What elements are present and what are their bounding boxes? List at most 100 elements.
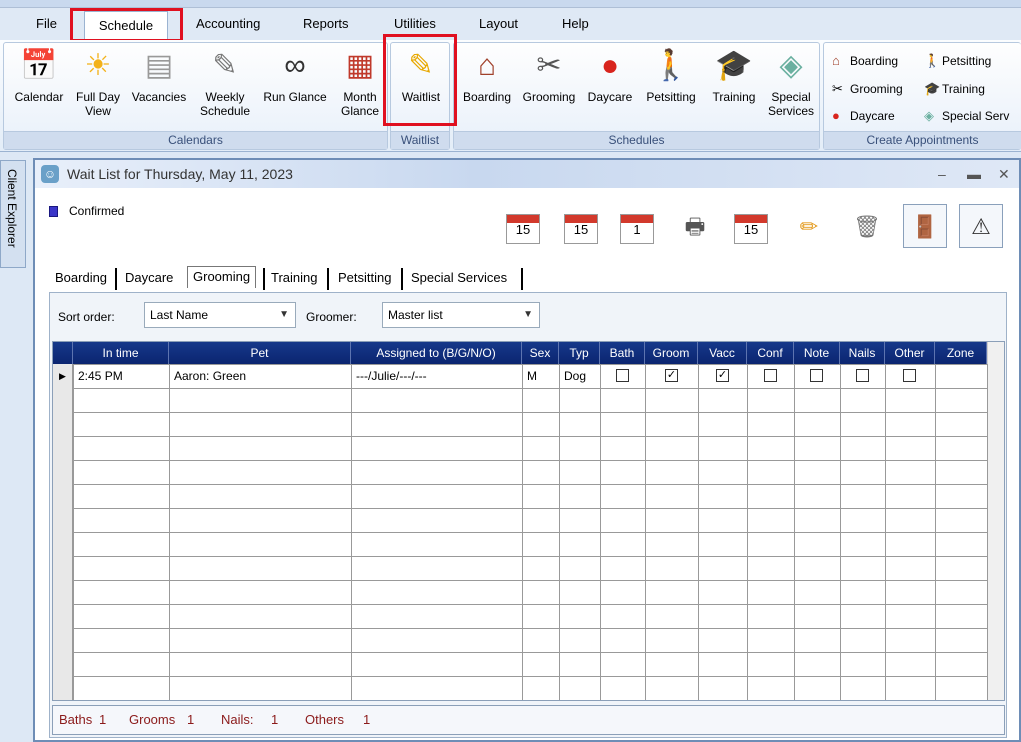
menu-schedule[interactable]: Schedule (84, 11, 168, 41)
training-schedule-button[interactable]: 🎓 Training (706, 47, 762, 104)
tab-separator (115, 268, 117, 290)
grooming-schedule-button[interactable]: ✂ Grooming (518, 47, 580, 104)
edit-button[interactable]: ✏ (787, 204, 831, 248)
special-services-schedule-button[interactable]: ◈ Special Services (762, 47, 820, 118)
sex-cell[interactable]: M (527, 366, 537, 386)
nails-checkbox[interactable] (856, 369, 869, 382)
app-title-strip (0, 0, 1021, 8)
column-header[interactable]: Sex (522, 342, 559, 364)
previous-day-button[interactable]: 15 (501, 204, 545, 248)
assigned-cell[interactable]: ---/Julie/---/--- (356, 366, 427, 386)
column-header[interactable]: Bath (600, 342, 645, 364)
tab-daycare[interactable]: Daycare (125, 270, 173, 285)
grid-row-line (73, 460, 987, 461)
grid-row-line (73, 412, 987, 413)
conf-checkbox[interactable] (764, 369, 777, 382)
create-special-services-button[interactable]: ◈ Special Serv (924, 108, 1009, 124)
note-checkbox[interactable] (810, 369, 823, 382)
tab-training[interactable]: Training (271, 270, 317, 285)
sort-order-select[interactable]: Last Name ▼ (144, 302, 296, 328)
menu-utilities[interactable]: Utilities (394, 16, 436, 31)
pet-cell[interactable]: Aaron: Green (174, 366, 246, 386)
boarding-schedule-button[interactable]: ⌂ Boarding (456, 47, 518, 104)
column-header[interactable]: Conf (747, 342, 794, 364)
close-icon[interactable]: ✕ (998, 160, 1010, 188)
tab-separator (327, 268, 329, 290)
baths-label: Baths (59, 712, 93, 727)
special-services-icon: ◈ (924, 108, 934, 123)
full-day-view-button[interactable]: ☀ Full Day View (70, 47, 126, 118)
daycare-schedule-button[interactable]: ● Daycare (582, 47, 638, 104)
weekly-schedule-button[interactable]: ✎ Weekly Schedule (194, 47, 256, 118)
menu-help[interactable]: Help (562, 16, 589, 31)
graduation-cap-icon: 🎓 (715, 49, 753, 82)
printer-icon: 🖶 (684, 214, 706, 239)
vacc-checkbox[interactable]: ✓ (716, 369, 729, 382)
column-header[interactable]: Typ (559, 342, 600, 364)
tab-grooming[interactable]: Grooming (187, 266, 257, 288)
create-boarding-button[interactable]: ⌂ Boarding (832, 53, 898, 68)
find-date-button[interactable]: 1 (615, 204, 659, 248)
maximize-icon[interactable]: ▬ (967, 160, 981, 188)
run-glance-button[interactable]: ∞ Run Glance (259, 47, 331, 104)
tab-special-services[interactable]: Special Services (411, 270, 507, 285)
tab-petsitting[interactable]: Petsitting (338, 270, 391, 285)
column-header[interactable]: Other (885, 342, 935, 364)
exit-button[interactable]: 🚪 (903, 204, 947, 248)
other-checkbox[interactable] (903, 369, 916, 382)
grid-row-line (73, 508, 987, 509)
tab-boarding[interactable]: Boarding (55, 270, 107, 285)
month-glance-button[interactable]: ▦ Month Glance (334, 47, 386, 118)
calendar-forward-icon: 15 (564, 214, 598, 244)
groom-checkbox[interactable]: ✓ (665, 369, 678, 382)
nails-count: 1 (271, 712, 279, 727)
grooms-label: Grooms (129, 712, 176, 727)
add-waitlist-entry-button[interactable]: 15 (729, 204, 773, 248)
trash-can-icon: 🗑 (853, 214, 881, 239)
column-header[interactable]: Nails (840, 342, 885, 364)
graduation-cap-icon: 🎓 (924, 81, 941, 96)
ribbon: 📅 Calendar ☀ Full Day View ▤ Vacancies ✎… (0, 40, 1021, 152)
column-header[interactable]: Pet (169, 342, 351, 364)
grid-column-line (935, 364, 936, 700)
menu-reports[interactable]: Reports (303, 16, 349, 31)
row-selector-column[interactable] (53, 364, 73, 700)
print-button[interactable]: 🖶 (673, 204, 717, 248)
delete-button[interactable]: 🗑 (845, 204, 889, 248)
create-daycare-button[interactable]: ● Daycare (832, 108, 895, 123)
menu-layout[interactable]: Layout (479, 16, 518, 31)
group-create-appointments: ⌂ Boarding 🚶 Petsitting ✂ Grooming 🎓 Trainin… (823, 42, 1021, 150)
grid-column-line (840, 364, 841, 700)
group-calendars: 📅 Calendar ☀ Full Day View ▤ Vacancies ✎… (3, 42, 388, 150)
column-header[interactable]: Zone (935, 342, 987, 364)
column-header[interactable]: Note (794, 342, 840, 364)
waitlist-button[interactable]: ✎ Waitlist (393, 47, 449, 104)
group-schedules: ⌂ Boarding ✂ Grooming ● Daycare 🚶 Petsit… (453, 42, 820, 150)
create-petsitting-button[interactable]: 🚶 Petsitting (924, 53, 991, 69)
groomer-select[interactable]: Master list ▼ (382, 302, 540, 328)
petsitting-schedule-button[interactable]: 🚶 Petsitting (640, 47, 702, 104)
create-training-button[interactable]: 🎓 Training (924, 81, 985, 97)
doghouse-icon: ⌂ (477, 49, 497, 82)
menu-file[interactable]: File (36, 16, 57, 31)
column-header[interactable]: Vacc (698, 342, 747, 364)
grid-row-line (73, 676, 987, 677)
vertical-scrollbar[interactable] (987, 342, 1004, 700)
confirmed-legend-swatch (49, 206, 58, 217)
client-explorer-tab[interactable]: Client Explorer (0, 160, 26, 268)
alert-button[interactable]: ⚠ (959, 204, 1003, 248)
create-grooming-button[interactable]: ✂ Grooming (832, 81, 903, 97)
menu-accounting[interactable]: Accounting (196, 16, 260, 31)
next-day-button[interactable]: 15 (559, 204, 603, 248)
calendar-button[interactable]: 📅 Calendar (8, 47, 70, 104)
tab-separator (401, 268, 403, 290)
typ-cell[interactable]: Dog (564, 366, 586, 386)
bath-checkbox[interactable] (616, 369, 629, 382)
column-header[interactable]: Assigned to (B/G/N/O) (351, 342, 522, 364)
in-time-cell[interactable]: 2:45 PM (78, 366, 123, 386)
glasses-icon: ∞ (284, 49, 306, 82)
vacancies-button[interactable]: ▤ Vacancies (127, 47, 191, 104)
column-header[interactable]: Groom (645, 342, 698, 364)
minimize-icon[interactable]: – (938, 160, 946, 188)
column-header[interactable]: In time (73, 342, 169, 364)
